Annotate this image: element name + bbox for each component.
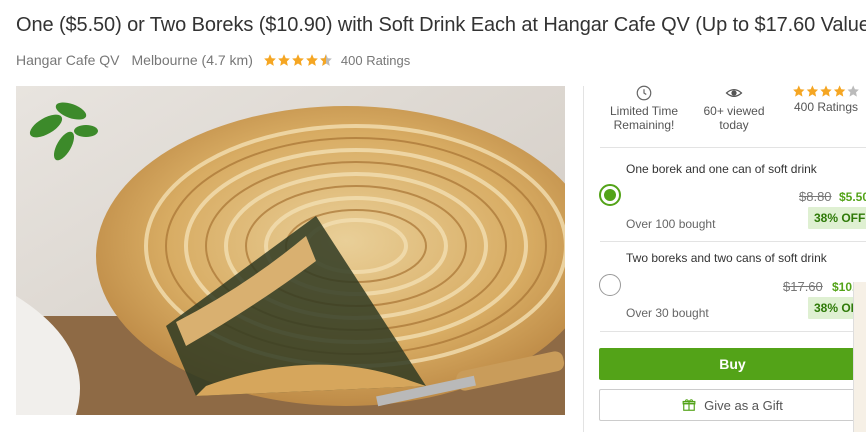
option-1-discount-badge: 38% OFF	[808, 207, 866, 229]
star-icon	[306, 54, 318, 66]
divider	[600, 331, 866, 332]
info-time-line1: Limited Time	[609, 104, 679, 118]
star-icon	[278, 54, 290, 66]
option-1-radio[interactable]	[599, 184, 621, 206]
star-half-icon	[320, 54, 332, 66]
buy-button[interactable]: Buy	[599, 348, 866, 380]
info-time-line2: Remaining!	[613, 118, 675, 132]
info-views-line1: 60+ viewed	[703, 104, 765, 118]
info-row: Limited Time Remaining! 60+ viewed today…	[600, 84, 866, 140]
info-ratings[interactable]: 400 Ratings	[786, 84, 866, 114]
option-1-old-price: $8.80	[799, 189, 832, 204]
clock-icon	[636, 85, 652, 101]
star-icon	[264, 54, 276, 66]
star-icon	[292, 54, 304, 66]
side-panel-peek	[853, 282, 866, 432]
info-time: Limited Time Remaining!	[600, 84, 688, 132]
option-1-title: One borek and one can of soft drink	[626, 162, 817, 176]
merchant-link[interactable]: Hangar Cafe QV	[16, 52, 120, 68]
borek-illustration	[16, 86, 565, 415]
info-ratings-line1: 400 Ratings	[793, 100, 859, 114]
info-views-line2: today	[719, 118, 749, 132]
divider	[600, 241, 866, 242]
deal-meta: Hangar Cafe QV Melbourne (4.7 km) 400 Ra…	[16, 52, 410, 68]
divider	[600, 147, 866, 148]
ratings-count[interactable]: 400 Ratings	[341, 53, 410, 68]
info-views: 60+ viewed today	[692, 84, 776, 132]
gift-button-label: Give as a Gift	[704, 397, 783, 413]
option-1-bought: Over 100 bought	[626, 217, 716, 231]
rating-stars	[263, 53, 333, 67]
option-2-title: Two boreks and two cans of soft drink	[626, 251, 827, 265]
option-2-radio[interactable]	[599, 274, 621, 296]
option-1-new-price: $5.50	[839, 190, 866, 204]
hero-image[interactable]	[16, 86, 565, 415]
option-2-bought: Over 30 bought	[626, 306, 709, 320]
deal-title: One ($5.50) or Two Boreks ($10.90) with …	[16, 14, 866, 36]
location-text: Melbourne (4.7 km)	[131, 52, 253, 68]
panel-divider	[583, 86, 584, 432]
option-2-old-price: $17.60	[783, 279, 823, 294]
gift-icon	[682, 399, 696, 411]
gift-button[interactable]: Give as a Gift	[599, 389, 866, 421]
stars-icon	[793, 85, 859, 97]
eye-icon	[725, 89, 743, 97]
